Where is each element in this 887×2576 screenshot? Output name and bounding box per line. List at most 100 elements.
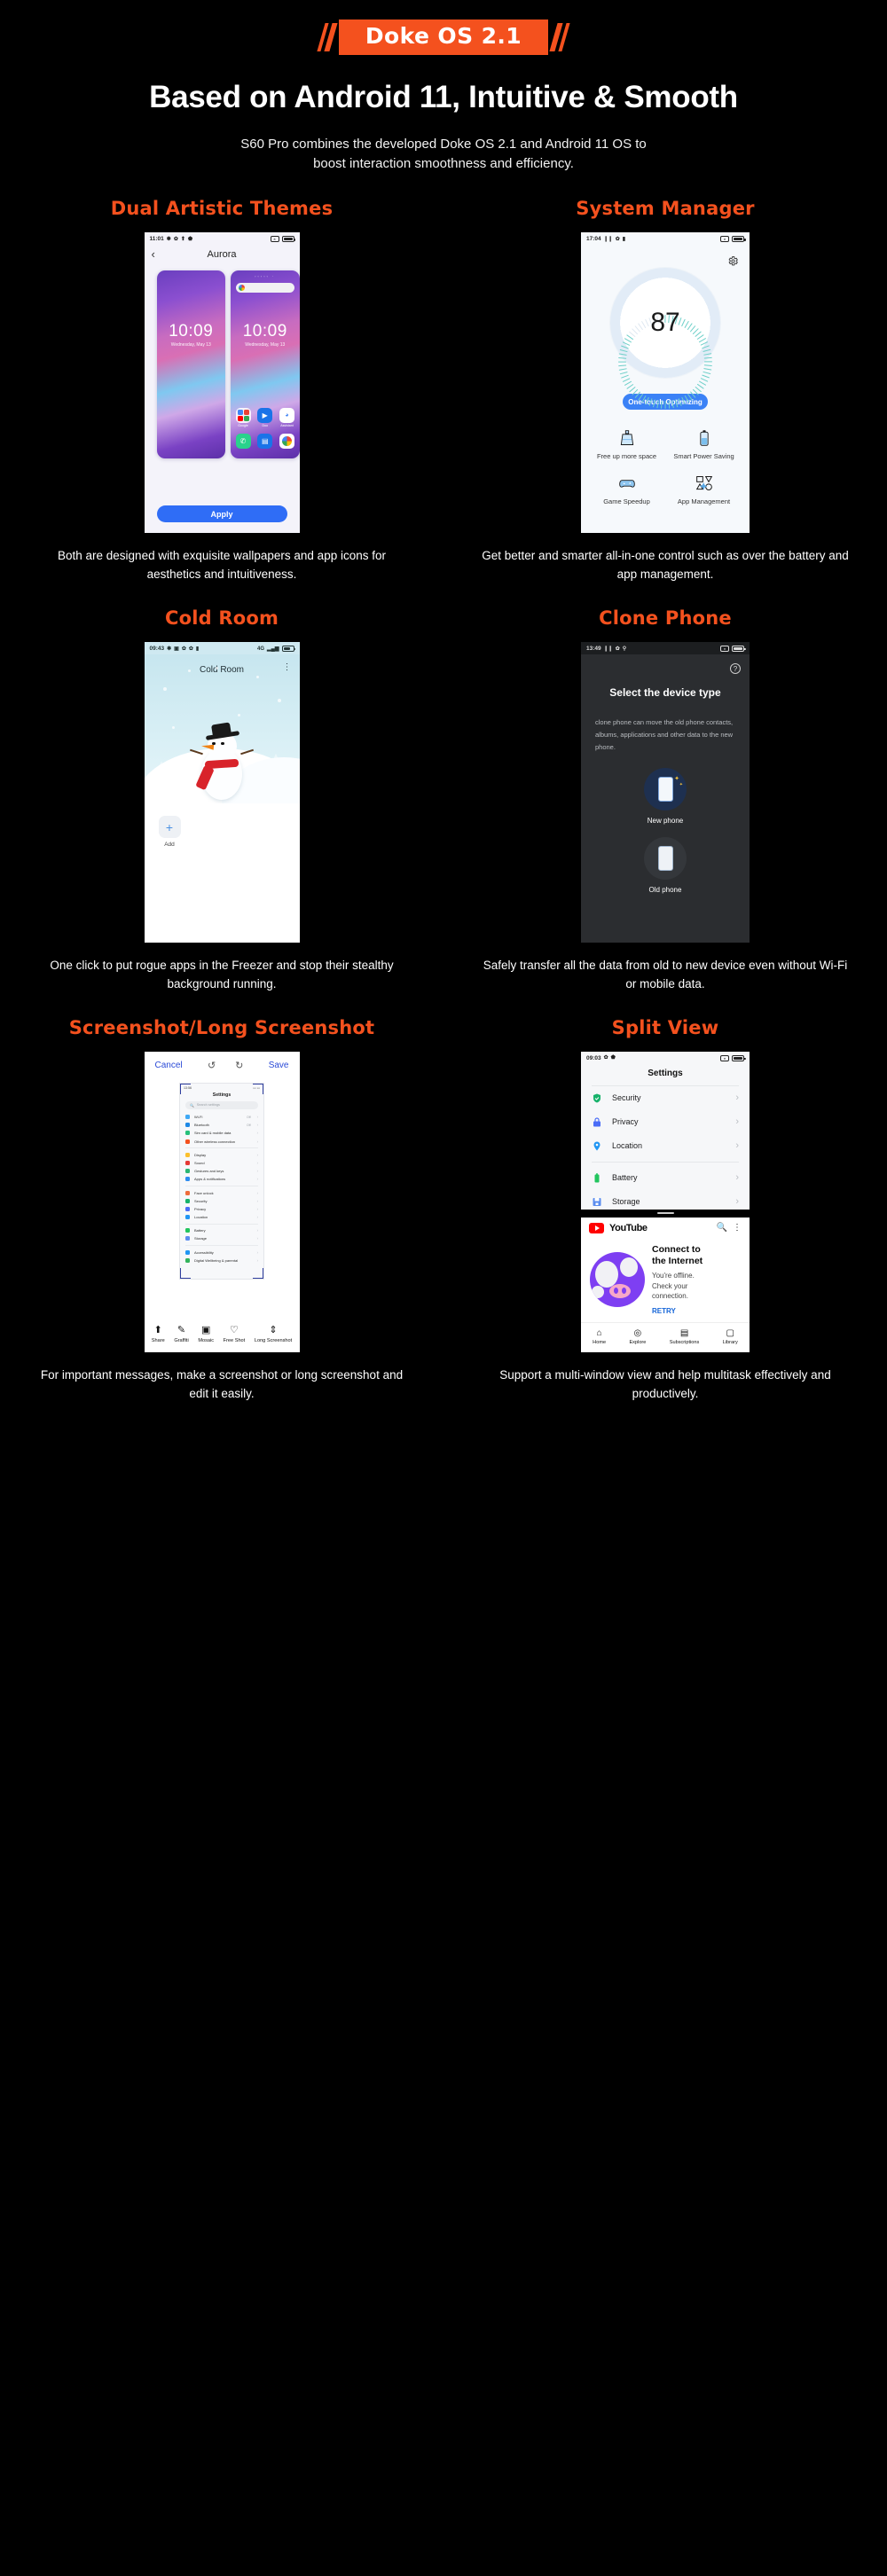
app-chrome[interactable] xyxy=(279,434,295,450)
chevron-right-icon: › xyxy=(256,1215,258,1220)
preview-settings-row[interactable]: Other wireless connection › xyxy=(180,1138,263,1146)
crop-handle-br[interactable] xyxy=(253,1267,263,1279)
hero-header: Doke OS 2.1 Based on Android 11, Intuiti… xyxy=(0,0,887,173)
preview-settings-row[interactable]: Location › xyxy=(180,1213,263,1221)
page-title: Based on Android 11, Intuitive & Smooth xyxy=(149,79,738,114)
split-settings-row[interactable]: Security › xyxy=(581,1086,750,1110)
yt-nav-library[interactable]: ▢ Library xyxy=(722,1329,738,1346)
split-settings-row[interactable]: Storage › xyxy=(581,1190,750,1214)
status-time: 09:43 xyxy=(149,646,165,653)
home-icon: ⌂ xyxy=(596,1328,602,1339)
retry-button[interactable]: RETRY xyxy=(652,1307,703,1315)
coldroom-hero: Cold Room ⋮ xyxy=(144,654,300,804)
app-duo[interactable]: ▶ Duo xyxy=(257,408,273,427)
divider xyxy=(185,1147,258,1149)
more-options-icon[interactable]: ⋮ xyxy=(733,1223,742,1232)
search-icon[interactable]: 🔍 xyxy=(717,1223,727,1233)
app-label: Duo xyxy=(262,424,269,428)
preview-settings-row[interactable]: Battery › xyxy=(180,1226,263,1234)
battery-icon xyxy=(281,646,295,653)
row-label: Gestures and keys xyxy=(194,1169,224,1174)
tile-label: App Management xyxy=(677,497,731,506)
action-label: Mosaic xyxy=(198,1337,215,1343)
option-new-phone[interactable]: ✦ ✦ New phone xyxy=(581,767,750,825)
floppy-icon xyxy=(592,1196,602,1208)
split-settings-row[interactable]: Battery › xyxy=(581,1166,750,1190)
tile-app-management[interactable]: App Management xyxy=(665,474,742,505)
tile-smart-power-saving[interactable]: Smart Power Saving xyxy=(665,429,742,460)
more-options-icon[interactable]: ⋮ xyxy=(283,663,292,672)
vibrate-icon: ❙❙ xyxy=(603,236,613,242)
clock-date-2: Wednesday, May 13 xyxy=(245,342,286,348)
row-label: Sim card & mobile data xyxy=(194,1131,232,1136)
undo-icon[interactable]: ↺ xyxy=(208,1060,216,1071)
help-icon[interactable]: ? xyxy=(730,663,741,675)
row-label: Other wireless connection xyxy=(194,1139,236,1144)
yt-nav-subscriptions[interactable]: ▤ Subscriptions xyxy=(670,1329,700,1346)
action-heart[interactable]: ♡ Free Shot xyxy=(223,1325,246,1343)
preview-settings-row[interactable]: Gestures and keys › xyxy=(180,1167,263,1175)
action-share[interactable]: ⬆ Share xyxy=(152,1325,165,1343)
status-bar-sysmanager: 17:04 ❙❙ ✿ ▮ × xyxy=(581,232,750,245)
row-label: Wi-Fi xyxy=(194,1115,203,1120)
save-button[interactable]: Save xyxy=(269,1061,289,1070)
preview-search-field[interactable]: 🔍 Search settings xyxy=(185,1100,258,1109)
preview-settings-row[interactable]: Face unlock › xyxy=(180,1188,263,1196)
tile-free-up-space[interactable]: Free up more space xyxy=(588,429,665,460)
preview-settings-row[interactable]: Storage › xyxy=(180,1234,263,1242)
app-messages[interactable]: ▤ xyxy=(257,434,273,450)
preview-settings-row[interactable]: Security › xyxy=(180,1197,263,1205)
add-button[interactable]: + xyxy=(158,816,181,839)
settings-gear-icon[interactable] xyxy=(727,255,739,267)
network-label: 4G xyxy=(257,646,265,652)
crop-handle-tr[interactable] xyxy=(253,1083,263,1094)
preview-settings-row[interactable]: Privacy › xyxy=(180,1205,263,1213)
chevron-right-icon: › xyxy=(256,1169,258,1174)
chevron-right-icon: › xyxy=(256,1236,258,1241)
preview-settings-row[interactable]: Sound › xyxy=(180,1159,263,1167)
screenshot-icon: × xyxy=(720,236,729,243)
caption-themes: Both are designed with exquisite wallpap… xyxy=(58,549,386,582)
cancel-button[interactable]: Cancel xyxy=(155,1061,183,1070)
app-google-folder[interactable]: Google xyxy=(235,408,251,427)
screenshot-icon: × xyxy=(720,1054,729,1061)
app-grid: Google ▶ Duo ◕ Assistant ✆ ▤ xyxy=(235,408,295,451)
split-settings-row[interactable]: Location › xyxy=(581,1134,750,1158)
lock-icon xyxy=(592,1116,602,1128)
action-mosaic[interactable]: ▣ Mosaic xyxy=(198,1325,215,1343)
theme-card-homescreen[interactable]: ◦◦◦◦◦ · 10:09 Wednesday, May 13 Google ▶… xyxy=(231,270,300,459)
preview-settings-row[interactable]: Digital Wellbeing & parental › xyxy=(180,1257,263,1265)
nav-label: Library xyxy=(722,1340,738,1346)
theme-card-lockscreen[interactable]: 10:09 Wednesday, May 13 xyxy=(156,270,225,459)
action-graffiti[interactable]: ✎ Graffiti xyxy=(174,1325,188,1343)
preview-settings-row[interactable]: Wi-Fi Off › xyxy=(180,1113,263,1121)
yt-nav-home[interactable]: ⌂ Home xyxy=(593,1328,606,1346)
gear-icon: ✿ xyxy=(615,646,620,652)
preview-settings-row[interactable]: Sim card & mobile data › xyxy=(180,1129,263,1137)
apply-button[interactable]: Apply xyxy=(156,505,287,523)
redo-icon[interactable]: ↻ xyxy=(235,1060,243,1071)
option-old-phone[interactable]: Old phone xyxy=(581,836,750,894)
split-settings-title: Settings xyxy=(648,1068,683,1078)
crop-handle-tl[interactable] xyxy=(180,1083,191,1094)
chevron-right-icon: › xyxy=(256,1190,258,1195)
split-settings-row[interactable]: Privacy › xyxy=(581,1110,750,1134)
google-search-bar[interactable] xyxy=(236,283,294,294)
preview-settings-row[interactable]: Bluetooth Off › xyxy=(180,1121,263,1129)
tile-game-speedup[interactable]: Game Speedup xyxy=(588,474,665,505)
preview-settings-row[interactable]: Accessibility › xyxy=(180,1249,263,1257)
yt-nav-explore[interactable]: ◎ Explore xyxy=(629,1329,646,1346)
clock-time-2: 10:09 xyxy=(242,322,287,341)
new-phone-icon: ✦ ✦ xyxy=(644,767,687,810)
badge-label: Doke OS 2.1 xyxy=(338,20,549,55)
app-assistant[interactable]: ◕ Assistant xyxy=(279,408,295,427)
preview-settings-row[interactable]: Apps & notifications › xyxy=(180,1175,263,1183)
action-label: Free Shot xyxy=(223,1337,246,1343)
app-phone[interactable]: ✆ xyxy=(235,434,251,450)
mini-status-icons: ◦◦◦◦◦ · xyxy=(254,274,276,279)
preview-settings-row[interactable]: Display › xyxy=(180,1151,263,1159)
upload-icon: ⬆ xyxy=(180,236,185,242)
feature-system-manager: System Manager 17:04 ❙❙ ✿ ▮ × 87 Free up… xyxy=(444,198,887,584)
crop-handle-bl[interactable] xyxy=(180,1267,191,1279)
action-long-screenshot[interactable]: ⇕ Long Screenshot xyxy=(255,1325,292,1343)
